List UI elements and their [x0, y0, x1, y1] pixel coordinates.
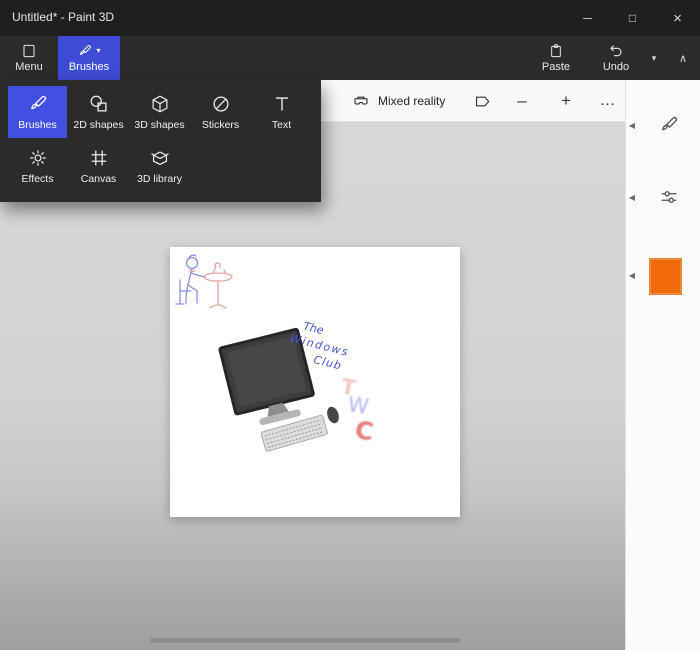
settings-panel-expander[interactable]: ◀	[627, 190, 637, 204]
table-sketch	[189, 263, 232, 308]
brush-panel-expander[interactable]: ◀	[627, 118, 637, 132]
menu-label: Menu	[15, 61, 43, 73]
paste-icon	[548, 43, 564, 59]
window-title: Untitled* - Paint 3D	[12, 10, 114, 24]
flyout-item-brushes[interactable]: Brushes	[8, 86, 67, 138]
undo-icon	[608, 43, 624, 59]
menu-button[interactable]: Menu	[2, 36, 56, 80]
flyout-item-label: Text	[272, 119, 291, 131]
flyout-item-effects[interactable]: Effects	[8, 140, 67, 192]
brushes-label: Brushes	[69, 61, 109, 73]
zoom-in-button[interactable]: +	[552, 87, 580, 115]
horizontal-scrollbar	[0, 638, 625, 644]
stickers-icon	[210, 93, 232, 115]
3d-library-icon	[149, 147, 171, 169]
flyout-item-stickers[interactable]: Stickers	[191, 86, 250, 138]
drawing-canvas[interactable]: The Windows Club T W C	[170, 247, 460, 517]
canvas-artwork: The Windows Club T W C	[170, 247, 460, 517]
mixed-reality-label: Mixed reality	[378, 94, 445, 108]
toolbar-dropdown-caret[interactable]: ▾	[642, 36, 666, 80]
person-sketch	[176, 255, 205, 304]
mixed-reality-icon	[352, 92, 370, 110]
flyout-item-label: 2D shapes	[73, 119, 123, 131]
canvas-icon	[88, 147, 110, 169]
effects-icon	[27, 147, 49, 169]
color-panel-expander[interactable]: ◀	[627, 268, 637, 282]
collapse-ribbon-button[interactable]: ∧	[668, 36, 698, 80]
active-color-swatch[interactable]	[649, 258, 682, 295]
3d-view-flag-icon	[473, 92, 492, 111]
zoom-out-button[interactable]: –	[508, 87, 536, 115]
flyout-item-label: Canvas	[81, 173, 117, 185]
horizontal-scrollbar-thumb[interactable]	[150, 638, 460, 643]
sidebar-brush-button[interactable]	[656, 112, 682, 138]
flyout-item-canvas[interactable]: Canvas	[69, 140, 128, 192]
main-toolbar: Menu ▾ Brushes Paste	[0, 36, 700, 80]
text-icon	[271, 93, 293, 115]
close-button[interactable]: ×	[655, 0, 700, 36]
flyout-item-label: 3D library	[137, 173, 182, 185]
menu-icon	[21, 43, 37, 59]
2d-shapes-icon	[88, 93, 110, 115]
flyout-item-label: Brushes	[18, 119, 57, 131]
mouse-drawing	[325, 405, 341, 425]
flyout-item-label: Stickers	[202, 119, 239, 131]
3d-view-button[interactable]	[468, 87, 496, 115]
flyout-item-text[interactable]: Text	[252, 86, 311, 138]
paste-button[interactable]: Paste	[530, 36, 582, 80]
undo-button[interactable]: Undo	[590, 36, 642, 80]
right-sidebar: ◀ ◀ ◀	[625, 80, 700, 650]
mixed-reality-button[interactable]: Mixed reality	[346, 80, 451, 122]
flyout-item-3d-shapes[interactable]: 3D shapes	[130, 86, 189, 138]
minimize-button[interactable]: ─	[565, 0, 610, 36]
brushes-toolbar-button[interactable]: ▾ Brushes	[58, 36, 120, 80]
sidebar-brush-settings-button[interactable]	[656, 184, 682, 210]
3d-shapes-icon	[149, 93, 171, 115]
letter-c-airbrush: C	[353, 415, 375, 446]
maximize-button[interactable]: □	[610, 0, 655, 36]
flyout-item-3d-library[interactable]: 3D library	[130, 140, 189, 192]
flyout-item-2d-shapes[interactable]: 2D shapes	[69, 86, 128, 138]
undo-label: Undo	[603, 61, 629, 73]
tools-flyout: Brushes 2D shapes 3D shapes	[0, 80, 321, 202]
flyout-item-label: 3D shapes	[134, 119, 184, 131]
sliders-icon	[658, 186, 680, 208]
more-options-button[interactable]: …	[594, 87, 622, 115]
paste-label: Paste	[542, 61, 570, 73]
brush-icon	[658, 114, 680, 136]
chevron-down-icon: ▾	[96, 47, 100, 55]
window-controls: ─ □ ×	[565, 0, 700, 36]
brush-icon	[27, 93, 49, 115]
brush-icon	[77, 43, 93, 59]
window-titlebar[interactable]: Untitled* - Paint 3D ─ □ ×	[0, 0, 700, 36]
flyout-item-label: Effects	[22, 173, 54, 185]
